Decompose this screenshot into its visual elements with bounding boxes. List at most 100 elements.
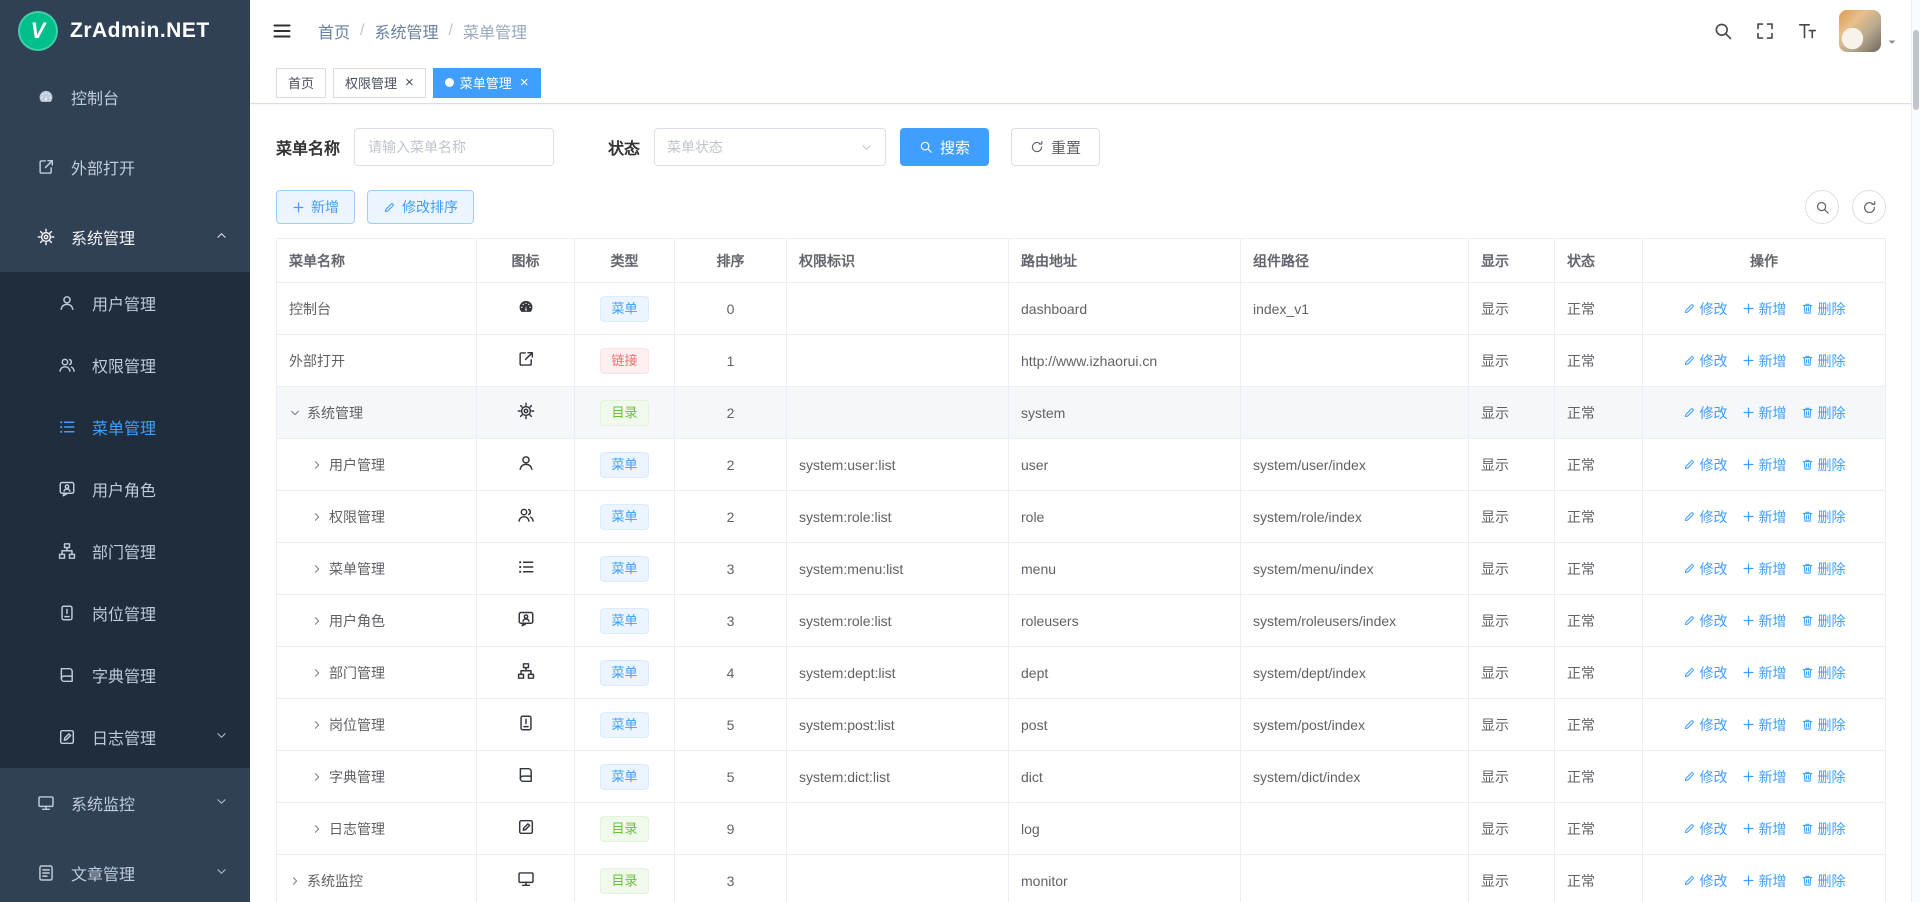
edit-icon	[1683, 510, 1696, 523]
row-edit-link[interactable]: 修改	[1683, 403, 1728, 423]
search-button[interactable]: 搜索	[900, 128, 989, 166]
row-edit-link[interactable]: 修改	[1683, 559, 1728, 579]
row-edit-link[interactable]: 修改	[1683, 611, 1728, 631]
column-header: 排序	[675, 239, 787, 283]
row-delete-link[interactable]: 删除	[1801, 611, 1846, 631]
sidebar-item-external[interactable]: 外部打开	[0, 132, 250, 202]
row-add-link[interactable]: 新增	[1742, 403, 1787, 423]
row-delete-link[interactable]: 删除	[1801, 507, 1846, 527]
tab-menu[interactable]: 菜单管理×	[433, 68, 541, 98]
expand-row-icon[interactable]	[311, 563, 323, 575]
row-delete-link[interactable]: 删除	[1801, 455, 1846, 475]
breadcrumb-item: 菜单管理	[463, 19, 527, 43]
row-delete-link[interactable]: 删除	[1801, 403, 1846, 423]
expand-row-icon[interactable]	[311, 615, 323, 627]
expand-row-icon[interactable]	[311, 771, 323, 783]
tab-close-icon[interactable]: ×	[405, 75, 414, 90]
type-tag: 目录	[600, 868, 648, 894]
row-edit-link[interactable]: 修改	[1683, 767, 1728, 787]
add-button[interactable]: 新增	[276, 190, 355, 224]
scrollbar[interactable]	[1911, 0, 1920, 902]
cell-menu-name: 部门管理	[277, 647, 477, 699]
breadcrumb-item[interactable]: 系统管理	[374, 19, 438, 43]
font-size-icon[interactable]	[1797, 21, 1817, 41]
sidebar-item-monitor[interactable]: 系统监控	[0, 768, 250, 838]
row-add-link[interactable]: 新增	[1742, 351, 1787, 371]
sidebar-item-dict[interactable]: 字典管理	[0, 644, 250, 706]
cell-menu-name: 用户管理	[277, 439, 477, 491]
row-edit-link[interactable]: 修改	[1683, 299, 1728, 319]
fullscreen-icon[interactable]	[1755, 21, 1775, 41]
collapse-row-icon[interactable]	[289, 407, 301, 419]
row-delete-link[interactable]: 删除	[1801, 767, 1846, 787]
logo[interactable]: V ZrAdmin.NET	[0, 0, 250, 62]
row-add-link[interactable]: 新增	[1742, 611, 1787, 631]
expand-row-icon[interactable]	[311, 459, 323, 471]
chevron-down-icon	[860, 141, 873, 154]
cell-permission: system:post:list	[787, 699, 1009, 751]
row-edit-link[interactable]: 修改	[1683, 351, 1728, 371]
cell-status: 正常	[1555, 283, 1643, 335]
refresh-table-button[interactable]	[1852, 190, 1886, 224]
sidebar-item-user[interactable]: 用户管理	[0, 272, 250, 334]
menu-name-input[interactable]	[354, 128, 554, 166]
sidebar-item-article[interactable]: 文章管理	[0, 838, 250, 902]
breadcrumb-item[interactable]: 首页	[318, 19, 350, 43]
sidebar-item-menu[interactable]: 菜单管理	[0, 396, 250, 458]
row-add-link[interactable]: 新增	[1742, 871, 1787, 891]
expand-row-icon[interactable]	[311, 511, 323, 523]
row-delete-link[interactable]: 删除	[1801, 819, 1846, 839]
row-add-link[interactable]: 新增	[1742, 507, 1787, 527]
row-add-link[interactable]: 新增	[1742, 819, 1787, 839]
row-edit-link[interactable]: 修改	[1683, 455, 1728, 475]
sidebar-item-post[interactable]: 岗位管理	[0, 582, 250, 644]
row-edit-link[interactable]: 修改	[1683, 663, 1728, 683]
row-delete-link[interactable]: 删除	[1801, 663, 1846, 683]
row-add-link[interactable]: 新增	[1742, 455, 1787, 475]
row-add-link[interactable]: 新增	[1742, 299, 1787, 319]
search-icon[interactable]	[1713, 21, 1733, 41]
cell-route: roleusers	[1009, 595, 1241, 647]
row-edit-link[interactable]: 修改	[1683, 715, 1728, 735]
book-icon	[517, 766, 535, 784]
reset-button[interactable]: 重置	[1011, 128, 1100, 166]
user-menu[interactable]	[1839, 10, 1898, 52]
show-search-button[interactable]	[1805, 190, 1839, 224]
row-edit-link[interactable]: 修改	[1683, 871, 1728, 891]
expand-row-icon[interactable]	[311, 667, 323, 679]
sidebar-item-console[interactable]: 控制台	[0, 62, 250, 132]
tab-role[interactable]: 权限管理×	[333, 68, 426, 98]
plus-icon	[292, 201, 305, 214]
row-delete-link[interactable]: 删除	[1801, 715, 1846, 735]
sidebar-item-dept[interactable]: 部门管理	[0, 520, 250, 582]
search-button-label: 搜索	[940, 137, 970, 158]
row-add-link[interactable]: 新增	[1742, 559, 1787, 579]
sidebar-item-roleusers[interactable]: 用户角色	[0, 458, 250, 520]
trash-icon	[1801, 510, 1814, 523]
row-delete-link[interactable]: 删除	[1801, 871, 1846, 891]
sidebar-item-system[interactable]: 系统管理	[0, 202, 250, 272]
row-delete-link[interactable]: 删除	[1801, 351, 1846, 371]
row-edit-link[interactable]: 修改	[1683, 819, 1728, 839]
avatar[interactable]	[1839, 10, 1881, 52]
row-delete-link[interactable]: 删除	[1801, 299, 1846, 319]
expand-row-icon[interactable]	[289, 875, 301, 887]
status-select[interactable]: 菜单状态	[654, 128, 886, 166]
row-add-link[interactable]: 新增	[1742, 663, 1787, 683]
expand-row-icon[interactable]	[311, 823, 323, 835]
sidebar-item-role[interactable]: 权限管理	[0, 334, 250, 396]
trash-icon	[1801, 406, 1814, 419]
tab-home[interactable]: 首页	[276, 68, 326, 98]
tab-close-icon[interactable]: ×	[520, 75, 529, 90]
expand-row-icon[interactable]	[311, 719, 323, 731]
sort-button[interactable]: 修改排序	[367, 190, 474, 224]
row-add-link[interactable]: 新增	[1742, 715, 1787, 735]
scrollbar-thumb[interactable]	[1913, 30, 1919, 110]
type-tag: 菜单	[600, 712, 648, 738]
collapse-sidebar-icon[interactable]	[272, 21, 292, 41]
breadcrumb-separator: /	[448, 22, 452, 40]
row-add-link[interactable]: 新增	[1742, 767, 1787, 787]
row-delete-link[interactable]: 删除	[1801, 559, 1846, 579]
sidebar-item-log[interactable]: 日志管理	[0, 706, 250, 768]
row-edit-link[interactable]: 修改	[1683, 507, 1728, 527]
